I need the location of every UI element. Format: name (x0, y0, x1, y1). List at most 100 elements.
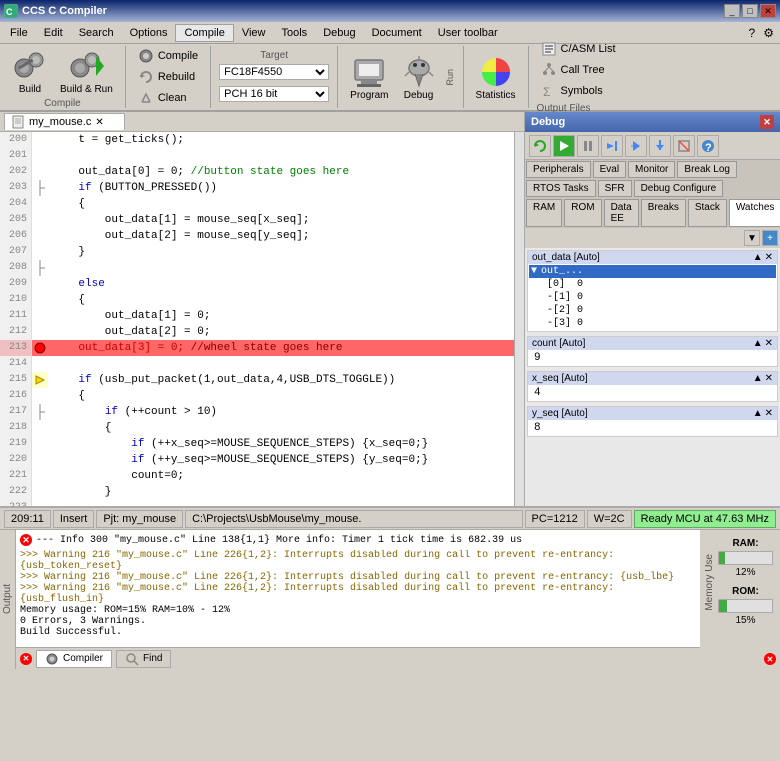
menu-options[interactable]: Options (122, 25, 176, 41)
menu-file[interactable]: File (2, 25, 36, 41)
settings-icon[interactable]: ⚙ (759, 26, 778, 40)
watch-yseq-close[interactable]: ✕ (765, 408, 773, 419)
tab-ram[interactable]: RAM (526, 199, 562, 227)
casm-list-button[interactable]: C/ASM List (537, 40, 620, 58)
tab-sfr[interactable]: SFR (598, 180, 632, 197)
menu-compile[interactable]: Compile (175, 24, 233, 42)
watch-xseq-close[interactable]: ✕ (765, 373, 773, 384)
tab-rtos-tasks[interactable]: RTOS Tasks (526, 180, 596, 197)
tab-monitor[interactable]: Monitor (628, 161, 675, 178)
menu-document[interactable]: Document (364, 25, 430, 41)
debug-help-button[interactable]: ? (697, 135, 719, 157)
statistics-button[interactable]: Statistics (472, 52, 520, 103)
tab-debug-configure[interactable]: Debug Configure (634, 180, 724, 197)
code-area[interactable]: 200 t = get_ticks(); 201 202 (0, 132, 524, 506)
close-button[interactable]: ✕ (760, 4, 776, 18)
table-row: 208 (0, 260, 514, 276)
watch-yseq-expand[interactable]: ▲ (753, 408, 763, 419)
debug-reset-button[interactable] (673, 135, 695, 157)
menu-search[interactable]: Search (71, 25, 122, 41)
app-icon: C (4, 4, 18, 18)
tab-find[interactable]: Find (116, 650, 171, 668)
menu-debug[interactable]: Debug (315, 25, 363, 41)
watch-xseq-expand[interactable]: ▲ (753, 373, 763, 384)
tab-break-log[interactable]: Break Log (677, 161, 737, 178)
menu-view[interactable]: View (234, 25, 274, 41)
rom-label: ROM: (732, 586, 759, 597)
menu-edit[interactable]: Edit (36, 25, 71, 41)
watch-count-close[interactable]: ✕ (765, 338, 773, 349)
tab-compiler[interactable]: Compiler (36, 650, 112, 668)
debug-play-button[interactable] (553, 135, 575, 157)
tab-rom[interactable]: ROM (564, 199, 601, 227)
target-chip-select[interactable]: FC18F4550 (219, 64, 329, 80)
clean-button[interactable]: Clean (134, 89, 202, 107)
symbols-button[interactable]: Σ Symbols (537, 82, 620, 100)
build-button[interactable]: Build (8, 46, 52, 97)
debug-pause-button[interactable] (577, 135, 599, 157)
debug-title-text: Debug (531, 116, 565, 128)
program-button[interactable]: Program (346, 52, 392, 103)
debug-panel: Debug ✕ (525, 112, 780, 506)
watch-count-expand[interactable]: ▲ (753, 338, 763, 349)
play-icon (556, 138, 572, 154)
debug-step-out-button[interactable] (649, 135, 671, 157)
statistics-icon (478, 54, 514, 90)
debug-step-over-button[interactable] (601, 135, 623, 157)
tab-stack[interactable]: Stack (688, 199, 727, 227)
table-row: 223 (0, 500, 514, 506)
watch-out-data-close[interactable]: ✕ (765, 252, 773, 263)
watch-out-data-header[interactable]: out_data [Auto] ▲ ✕ (528, 251, 777, 264)
maximize-button[interactable]: □ (742, 4, 758, 18)
target-mode-select[interactable]: PCH 16 bit (219, 86, 329, 102)
watch-count-name: count [Auto] (532, 338, 585, 349)
file-tab-close[interactable]: ✕ (95, 117, 103, 128)
menu-tools[interactable]: Tools (274, 25, 316, 41)
symbols-label: Symbols (561, 85, 603, 97)
debug-toolbar-button[interactable]: Debug (397, 52, 441, 103)
table-row: 203 if (BUTTON_PRESSED()) (0, 180, 514, 196)
code-scroll[interactable]: 200 t = get_ticks(); 201 202 (0, 132, 514, 506)
tab-eval[interactable]: Eval (593, 161, 626, 178)
error-icon: ✕ (20, 534, 32, 546)
output-scroll[interactable]: >>> Warning 216 "my_mouse.c" Line 226{1,… (16, 550, 700, 647)
output-line-3: >>> Warning 216 "my_mouse.c" Line 226{1,… (20, 572, 696, 583)
rebuild-button[interactable]: Rebuild (134, 68, 202, 86)
watch-xseq-header[interactable]: x_seq [Auto] ▲ ✕ (528, 372, 777, 385)
menu-user-toolbar[interactable]: User toolbar (430, 25, 506, 41)
pause-icon (580, 138, 596, 154)
debug-restart-button[interactable] (529, 135, 551, 157)
watch-count-header[interactable]: count [Auto] ▲ ✕ (528, 337, 777, 350)
program-label: Program (350, 90, 388, 101)
table-row: 201 (0, 148, 514, 164)
title-bar-controls[interactable]: _ □ ✕ (724, 4, 776, 18)
watch-yseq-header[interactable]: y_seq [Auto] ▲ ✕ (528, 407, 777, 420)
build-label: Build (19, 84, 41, 95)
tab-peripherals[interactable]: Peripherals (526, 161, 591, 178)
watch-new-button[interactable]: + (762, 230, 778, 246)
call-tree-icon (541, 62, 557, 78)
build-run-button[interactable]: Build & Run (56, 46, 117, 97)
watch-row-3: -[3]0 (545, 317, 776, 330)
watch-out-data-expand[interactable]: ▲ (753, 252, 763, 263)
compile-button[interactable]: Compile (134, 47, 202, 65)
editor-vscroll[interactable] (514, 132, 524, 506)
tab-breaks[interactable]: Breaks (641, 199, 686, 227)
tab-watches[interactable]: Watches (729, 199, 780, 227)
output-line-4: >>> Warning 216 "my_mouse.c" Line 226{1,… (20, 583, 696, 605)
watch-row-out-data-root[interactable]: ▼ out_... (529, 265, 776, 278)
find-tab-icon (125, 652, 139, 666)
table-row: 217 if (++count > 10) (0, 404, 514, 420)
watches-area[interactable]: ▼ + out_data [Auto] ▲ ✕ ▼ out_... (525, 228, 780, 506)
watch-add-button[interactable]: ▼ (744, 230, 760, 246)
minimize-button[interactable]: _ (724, 4, 740, 18)
file-tab[interactable]: my_mouse.c ✕ (4, 113, 125, 130)
tab-compiler-label: Compiler (63, 653, 103, 664)
tab-data-ee[interactable]: Data EE (604, 199, 639, 227)
debug-step-into-button[interactable] (625, 135, 647, 157)
output-label: Output (0, 580, 17, 618)
debug-close-icon[interactable]: ✕ (760, 115, 774, 129)
help-debug-icon: ? (700, 138, 716, 154)
help-icon[interactable]: ? (745, 26, 760, 40)
call-tree-button[interactable]: Call Tree (537, 61, 620, 79)
